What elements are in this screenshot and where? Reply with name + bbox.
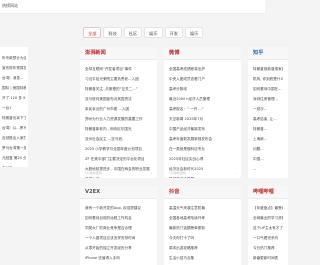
list-item[interactable]: 全国各地高考陆续开考 <box>169 213 236 223</box>
weibo-list: 全国高考成绩即将出炉 中央入团成员查看门户 高考分数线 最近2000+经济人员管理 高考… <box>164 60 241 178</box>
list-item[interactable]: 天空新闻 2025年7月 <box>169 114 236 124</box>
zhihu-list: 特朗普首款普惠家庭年的...机构, 你到底是什么的?如何看待中国在...深圳住房… <box>248 60 288 178</box>
card-title-zhihu[interactable]: 知乎 <box>248 47 288 60</box>
bilibili-list: 【年度盘点】最受欢迎的视频全网最全的学习资料分享这个UP主太有才了一口气看完系列… <box>248 199 288 265</box>
list-item[interactable]: 我有一个新开发的App, 欢迎提建议 <box>85 203 152 213</box>
list-item[interactable]: 生活小技巧合集 <box>169 253 236 263</box>
list-item[interactable]: 问题... <box>253 144 283 154</box>
list-item[interactable]: 新番更新时间表 <box>253 253 283 263</box>
list-item[interactable]: 年专款预计为全国全市的... <box>2 53 26 63</box>
list-item[interactable]: 今天你打卡了吗 <box>169 233 236 243</box>
card-title-douyin[interactable]: 抖音 <box>164 186 241 199</box>
list-item[interactable]: 2025年社区实战心得 <box>169 154 236 164</box>
list-item[interactable]: 如何看待目前的远程工作机会 <box>85 213 152 223</box>
list-item[interactable]: 全国高考成绩即将出炉 <box>169 64 236 74</box>
list-item[interactable]: 特朗普首款普惠家庭年的... <box>253 64 283 74</box>
card-title-pengpai[interactable]: 澎湃新闻 <box>80 47 157 60</box>
card-bilibili: 哔哩哔哩 【年度盘点】最受欢迎的视频全网最全的学习资料分享这个UP主太有才了一口… <box>248 186 288 265</box>
list-item[interactable]: 元回复 第20 分钟 GP 主 <box>2 153 26 163</box>
card-left-partial: 年专款预计为全国全市的...宣布财年预算总额...台湾）消息...国际 | 美国… <box>0 47 28 167</box>
card-douyin: 抖音 高温天气来袭注意防暑 全国各地高考陆续开考 最新热门话题榜单更新 今天你打卡了吗… <box>164 186 241 265</box>
pengpai-update-time: 1分钟前更新 <box>85 171 102 175</box>
list-item[interactable]: 特朗普新老内 , 网传尼尔国光 <box>85 124 152 134</box>
list-item[interactable]: 中国产品经济最新发布 <box>169 124 236 134</box>
list-item[interactable]: 一批次... <box>253 104 283 114</box>
list-item[interactable]: 全球互联网“开发者项目”事件 <box>85 64 152 74</box>
tab-entertainment[interactable]: 娱乐 <box>144 27 163 38</box>
list-item[interactable]: ... <box>253 174 283 178</box>
list-item[interactable]: 同类大厂的商业竞争是否合理 <box>85 223 152 233</box>
category-tabs: 全部 科技 社区 娱乐 开发 娱乐 <box>83 27 204 38</box>
list-item[interactable]: 上海新... <box>253 134 283 144</box>
card-v2ex: V2EX 我有一个新开发的App, 欢迎提建议 如何看待目前的远程工作机会 同类大厂… <box>80 186 157 265</box>
list-item[interactable]: 这个UP主太有才了 <box>253 223 283 233</box>
card-title-v2ex[interactable]: V2EX <box>80 186 157 199</box>
weibo-update-time: 1分钟前更新 <box>169 171 186 175</box>
list-item[interactable]: 郑州为行业人力资源发展的重要工作 <box>85 114 152 124</box>
list-item[interactable]: 台湾）消息... <box>2 73 26 83</box>
card-title-weibo[interactable]: 微博 <box>164 47 241 60</box>
list-item[interactable]: 从零开始的独立开发经历分享 <box>85 243 152 253</box>
tab-dev[interactable]: 开发 <box>164 27 183 38</box>
list-item[interactable]: 如何看待中国在... <box>253 84 283 94</box>
list-item[interactable]: 机构, 你到底是什么的? <box>253 74 283 84</box>
list-item[interactable]: 一口气看完系列 <box>253 233 283 243</box>
list-item[interactable]: ... <box>253 164 283 174</box>
tab-tech[interactable]: 科技 <box>103 27 122 38</box>
list-item[interactable]: 最新热门话题榜单更新 <box>169 223 236 233</box>
list-item[interactable]: 亲民亲近的广州市委 ...入团 <box>85 104 152 114</box>
list-item[interactable]: 中国... <box>253 154 283 164</box>
list-item[interactable]: 亚州社会民主 ...亚马逊、 <box>85 134 152 144</box>
list-item[interactable]: iPhone 还值得入手吗 <box>85 253 152 263</box>
list-item[interactable]: 中央入团成员查看门户 <box>169 74 236 84</box>
list-item[interactable]: 高考分数线 <box>169 84 236 94</box>
weibo-more-icon[interactable]: › <box>235 171 236 175</box>
list-item[interactable]: 高考报名：“ 一开 ...” <box>169 104 236 114</box>
v2ex-list: 我有一个新开发的App, 欢迎提建议 如何看待目前的远程工作机会 同类大厂的商业竞争… <box>80 199 157 265</box>
list-item[interactable]: 台湾）以...罗马台湾海北京 <box>2 123 26 133</box>
list-item[interactable]: 高考年度新发展新规发布会 <box>169 134 236 144</box>
list-item[interactable]: 亚马逊向美国宣布对其国资法 <box>85 94 152 104</box>
list-item[interactable]: 最近2000+经济人员管理 <box>169 94 236 104</box>
list-item[interactable]: 自然推出入家打... <box>2 133 26 143</box>
list-item[interactable]: 宣布财年预算总额... <box>2 63 26 73</box>
pengpai-list: 全球互联网“开发者项目”事件 习近平给光荣院主要负责老...入团 特朗普关注 ,夫斯… <box>80 60 157 178</box>
list-item[interactable]: 特朗普关注 ,夫斯基的“互关二...” <box>85 84 152 94</box>
tab-all[interactable]: 全部 <box>83 27 102 38</box>
list-item[interactable]: 习近平给光荣院主要负责老...入团 <box>85 74 152 84</box>
list-item[interactable]: 高考结束, 让... <box>253 114 283 124</box>
list-item[interactable]: 开了 120 多 9 元其门 <box>2 93 26 103</box>
list-item[interactable]: ZF 在美中部门主要决定的平台化项目 <box>85 154 152 164</box>
list-item[interactable]: 亲分之一 <box>2 163 26 167</box>
list-item[interactable]: 2025 小学教学与全国年度计划项目 <box>85 144 152 154</box>
card-pengpai: 澎湃新闻 全球互联网“开发者项目”事件 习近平给光荣院主要负责老...入团 特朗普关… <box>80 47 157 178</box>
list-item[interactable]: 【年度盘点】最受欢迎的视频 <box>253 203 283 213</box>
list-item[interactable]: 今日热门推荐 <box>253 243 283 253</box>
list-item[interactable]: 高温天气来袭注意防暑 <box>169 203 236 213</box>
card-weibo: 微博 全国高考成绩即将出炉 中央入团成员查看门户 高考分数线 最近2000+经济人员管… <box>164 47 241 178</box>
pengpai-more-icon[interactable]: › <box>151 171 152 175</box>
list-item[interactable]: 周末出游攻略推荐 <box>169 243 236 253</box>
card-zhihu: 知乎 特朗普首款普惠家庭年的...机构, 你到底是什么的?如何看待中国在...深… <box>248 47 288 178</box>
douyin-list: 高温天气来袭注意防暑 全国各地高考陆续开考 最新热门话题榜单更新 今天你打卡了吗 周末出… <box>164 199 241 265</box>
card-title-bilibili[interactable]: 哔哩哔哩 <box>248 186 288 199</box>
list-item[interactable]: 全网最全的学习资料分享 <box>253 213 283 223</box>
list-item[interactable]: 特朗普... <box>253 124 283 134</box>
list-item[interactable]: 深圳住房管理... <box>253 94 283 104</box>
tab-fun[interactable]: 娱乐 <box>184 27 204 38</box>
list-item[interactable]: 罗马台湾第一批发射 <box>2 143 26 153</box>
tab-community[interactable]: 社区 <box>123 27 143 38</box>
list-item[interactable]: 一个人做项目应该怎样安排时间 <box>85 233 152 243</box>
left-partial-list: 年专款预计为全国全市的...宣布财年预算总额...台湾）消息...国际 | 美国… <box>0 47 28 167</box>
site-brand[interactable]: 热榜网站 <box>2 3 18 9</box>
list-item[interactable]: 国际 | 美国特朗普今年 <box>2 83 26 93</box>
top-bar: 热榜网站 <box>0 0 265 14</box>
list-item[interactable]: 特朗普也拿下了... <box>2 113 26 123</box>
list-item[interactable]: 在一类就是做科目专业 <box>169 144 236 154</box>
list-item[interactable]: 一台1 <box>2 103 26 113</box>
